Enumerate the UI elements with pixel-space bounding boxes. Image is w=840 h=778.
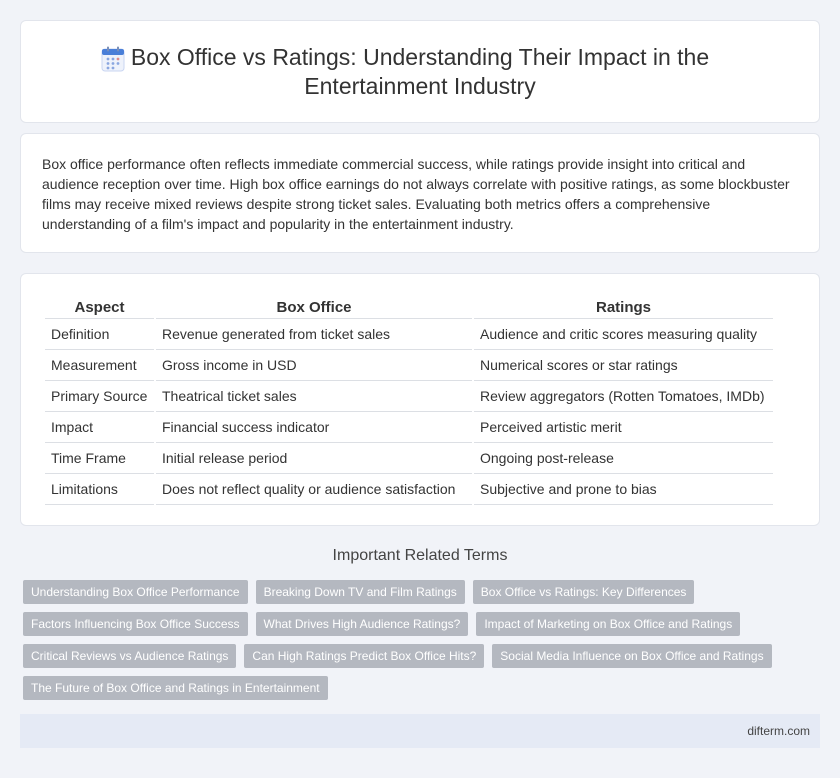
related-terms-heading: Important Related Terms [332,547,508,564]
cell-aspect: Definition [45,319,154,350]
cell-ratings: Ongoing post-release [474,443,773,474]
related-term-link[interactable]: The Future of Box Office and Ratings in … [23,676,328,700]
table-row: Impact Financial success indicator Perce… [45,412,773,443]
table-row: Definition Revenue generated from ticket… [45,319,773,350]
cell-box-office: Does not reflect quality or audience sat… [156,474,472,505]
table-row: Measurement Gross income in USD Numerica… [45,350,773,381]
cell-box-office: Initial release period [156,443,472,474]
cell-ratings: Review aggregators (Rotten Tomatoes, IMD… [474,381,773,412]
related-terms-list: Understanding Box Office Performance Bre… [23,580,803,708]
intro-paragraph: Box office performance often reflects im… [42,156,790,232]
header-ratings: Ratings [474,296,773,319]
tag-row: Understanding Box Office Performance Bre… [23,580,803,604]
cell-box-office: Revenue generated from ticket sales [156,319,472,350]
related-term-link[interactable]: Understanding Box Office Performance [23,580,248,604]
cell-aspect: Primary Source [45,381,154,412]
header-aspect: Aspect [45,296,154,319]
cell-box-office: Financial success indicator [156,412,472,443]
cell-box-office: Theatrical ticket sales [156,381,472,412]
tag-row: The Future of Box Office and Ratings in … [23,676,803,700]
tag-row: Factors Influencing Box Office Success W… [23,612,803,636]
related-term-link[interactable]: Box Office vs Ratings: Key Differences [472,580,695,604]
intro-card: Box office performance often reflects im… [20,133,820,253]
cell-aspect: Limitations [45,474,154,505]
related-term-link[interactable]: Critical Reviews vs Audience Ratings [23,644,237,668]
related-term-link[interactable]: Factors Influencing Box Office Success [23,612,248,636]
related-term-link[interactable]: Social Media Influence on Box Office and… [492,644,772,668]
page-title: Box Office vs Ratings: Understanding The… [130,43,710,99]
header-box-office: Box Office [156,296,472,319]
comparison-table-card: Aspect Box Office Ratings Definition Rev… [20,273,820,526]
related-term-link[interactable]: Impact of Marketing on Box Office and Ra… [476,612,741,636]
cell-box-office: Gross income in USD [156,350,472,381]
cell-aspect: Measurement [45,350,154,381]
cell-ratings: Audience and critic scores measuring qua… [474,319,773,350]
cell-aspect: Impact [45,412,154,443]
table-row: Time Frame Initial release period Ongoin… [45,443,773,474]
comparison-table: Aspect Box Office Ratings Definition Rev… [43,296,775,505]
related-term-link[interactable]: What Drives High Audience Ratings? [255,612,469,636]
related-term-link[interactable]: Can High Ratings Predict Box Office Hits… [244,644,485,668]
table-header-row: Aspect Box Office Ratings [45,296,773,319]
cell-ratings: Numerical scores or star ratings [474,350,773,381]
table-row: Primary Source Theatrical ticket sales R… [45,381,773,412]
tag-row: Critical Reviews vs Audience Ratings Can… [23,644,803,668]
title-card: Box Office vs Ratings: Understanding The… [20,20,820,123]
cell-ratings: Subjective and prone to bias [474,474,773,505]
cell-aspect: Time Frame [45,443,154,474]
footer: difterm.com [20,714,820,748]
related-term-link[interactable]: Breaking Down TV and Film Ratings [255,580,465,604]
table-row: Limitations Does not reflect quality or … [45,474,773,505]
cell-ratings: Perceived artistic merit [474,412,773,443]
footer-site-link[interactable]: difterm.com [747,724,810,738]
